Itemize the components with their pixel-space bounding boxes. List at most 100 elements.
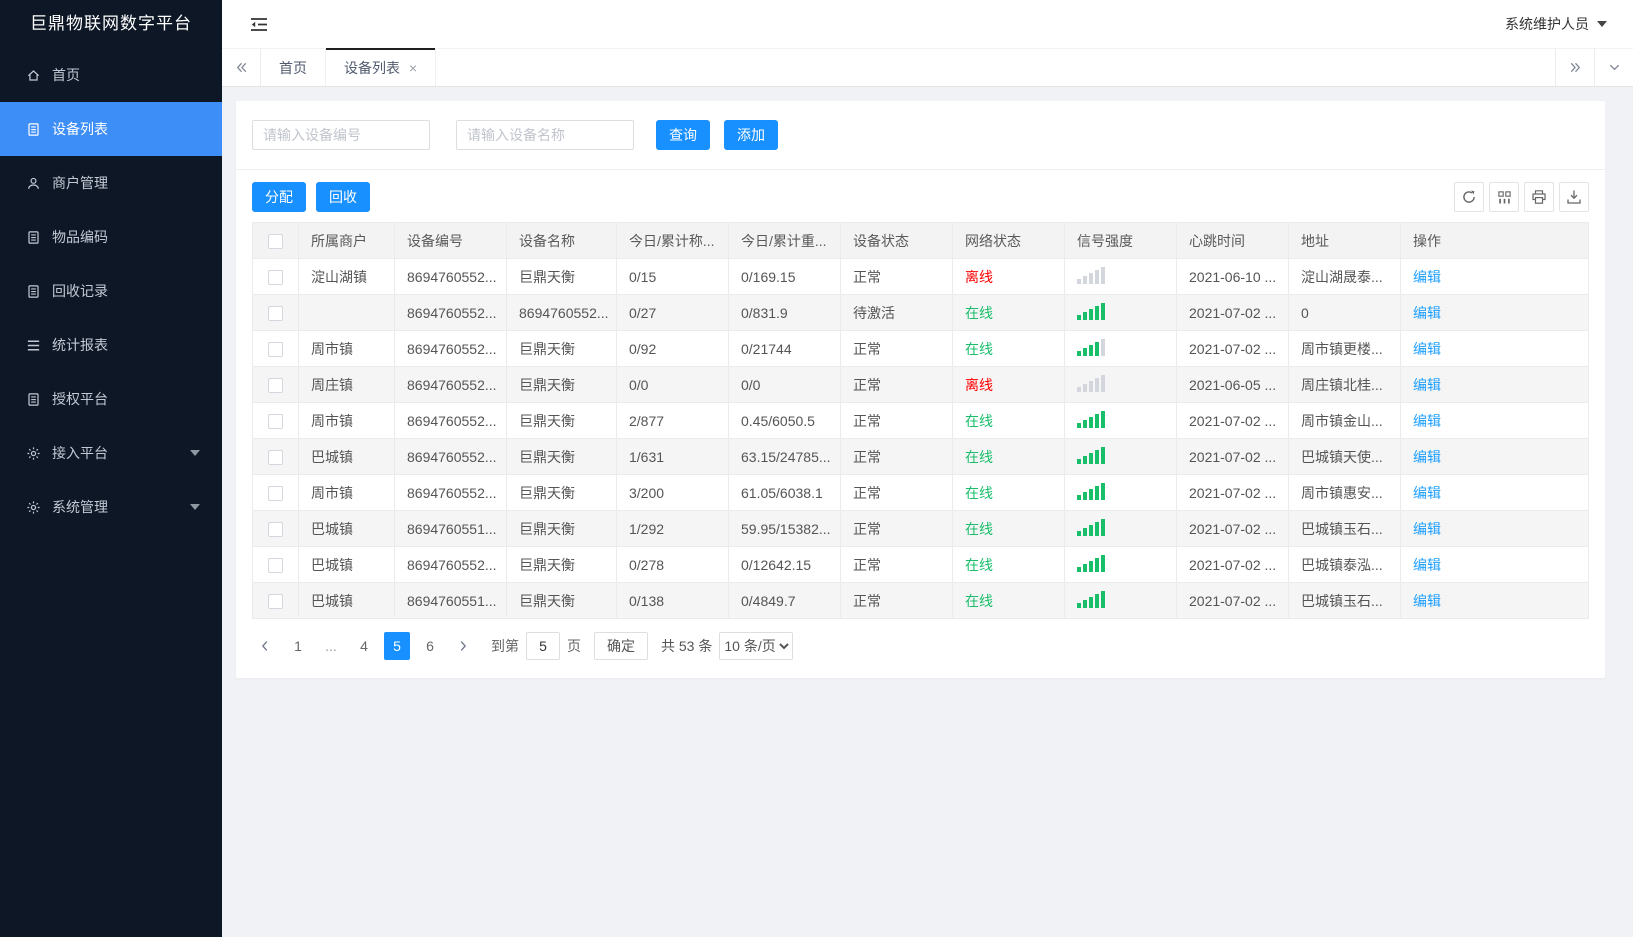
chevron-down-icon — [190, 504, 200, 510]
sidebar-item-label: 设备列表 — [52, 121, 108, 137]
edit-link[interactable]: 编辑 — [1413, 341, 1441, 357]
device-no-input[interactable] — [252, 120, 430, 150]
table-row: 淀山湖镇 8694760552... 巨鼎天衡 0/15 0/169.15 正常 离线 202… — [252, 258, 1589, 295]
column-header: 心跳时间 — [1176, 222, 1289, 259]
edit-link[interactable]: 编辑 — [1413, 449, 1441, 465]
home-icon — [25, 67, 41, 83]
tabs-options-icon[interactable] — [1594, 49, 1633, 86]
cell-merchant: 周市镇 — [298, 402, 395, 439]
row-checkbox[interactable] — [268, 593, 283, 609]
columns-filter-icon[interactable] — [1489, 182, 1519, 212]
page-button-1[interactable]: 1 — [285, 632, 311, 660]
cell-address: 巴城镇泰泓... — [1288, 546, 1401, 583]
sidebar: 巨鼎物联网数字平台 首页 设备列表 商户管理 物品编码 回收记录 统计报表 授权平台 接入平台… — [0, 0, 222, 937]
sidebar-item-auth-platform[interactable]: 授权平台 — [0, 372, 222, 426]
goto-page-input[interactable] — [526, 632, 560, 660]
print-icon[interactable] — [1524, 182, 1554, 212]
cell-device-no: 8694760552... — [394, 366, 507, 403]
goto-label: 到第 — [491, 638, 519, 654]
refresh-icon[interactable] — [1454, 182, 1484, 212]
page-button-6[interactable]: 6 — [417, 632, 443, 660]
sidebar-item-recycle-records[interactable]: 回收记录 — [0, 264, 222, 318]
sidebar-item-device-list[interactable]: 设备列表 — [0, 102, 222, 156]
row-checkbox[interactable] — [268, 269, 283, 285]
confirm-button[interactable]: 确定 — [594, 632, 648, 660]
sidebar-item-label: 物品编码 — [52, 229, 108, 245]
page-button-5[interactable]: 5 — [384, 632, 410, 660]
table-row: 周市镇 8694760552... 巨鼎天衡 3/200 61.05/6038.1 正常在… — [252, 474, 1589, 511]
export-icon[interactable] — [1559, 182, 1589, 212]
edit-link[interactable]: 编辑 — [1413, 593, 1441, 609]
sidebar-item-home[interactable]: 首页 — [0, 48, 222, 102]
edit-link[interactable]: 编辑 — [1413, 521, 1441, 537]
tabs-scroll-left-icon[interactable] — [222, 49, 261, 86]
sidebar-item-stats-report[interactable]: 统计报表 — [0, 318, 222, 372]
add-button[interactable]: 添加 — [724, 120, 778, 150]
row-checkbox[interactable] — [268, 485, 283, 501]
assign-button[interactable]: 分配 — [252, 182, 306, 212]
row-checkbox[interactable] — [268, 377, 283, 393]
cell-count: 3/200 — [616, 474, 729, 511]
tab-device-list[interactable]: 设备列表 × — [326, 48, 437, 86]
cell-weight: 0/0 — [728, 366, 841, 403]
cell-heartbeat: 2021-07-02 ... — [1176, 546, 1289, 583]
sidebar-item-label: 接入平台 — [52, 445, 108, 461]
select-all-checkbox[interactable] — [268, 233, 283, 249]
cell-weight: 0.45/6050.5 — [728, 402, 841, 439]
cell-address: 巴城镇玉石... — [1288, 582, 1401, 619]
user-menu[interactable]: 系统维护人员 — [1505, 14, 1607, 34]
edit-link[interactable]: 编辑 — [1413, 485, 1441, 501]
sidebar-menu: 首页设备列表商户管理物品编码回收记录 统计报表 授权平台接入平台系统管理 — [0, 48, 222, 534]
row-checkbox[interactable] — [268, 557, 283, 573]
search-buttons: 查询 添加 — [656, 120, 778, 150]
close-icon[interactable]: × — [409, 61, 417, 75]
recycle-button[interactable]: 回收 — [316, 182, 370, 212]
cell-merchant: 巴城镇 — [298, 510, 395, 547]
page-size-select[interactable]: 10 条/页 — [719, 632, 794, 660]
edit-link[interactable]: 编辑 — [1413, 413, 1441, 429]
column-header: 网络状态 — [952, 222, 1065, 259]
sidebar-item-system-mgmt[interactable]: 系统管理 — [0, 480, 222, 534]
cell-device-no: 8694760551... — [394, 582, 507, 619]
cell-count: 0/278 — [616, 546, 729, 583]
cell-device-no: 8694760552... — [394, 294, 507, 331]
column-header: 信号强度 — [1064, 222, 1177, 259]
edit-link[interactable]: 编辑 — [1413, 377, 1441, 393]
device-name-input[interactable] — [456, 120, 634, 150]
cell-heartbeat: 2021-07-02 ... — [1176, 330, 1289, 367]
column-header: 地址 — [1288, 222, 1401, 259]
row-checkbox[interactable] — [268, 413, 283, 429]
cell-network-status: 在线 — [965, 448, 993, 465]
page-button-4[interactable]: 4 — [351, 632, 377, 660]
next-page-icon[interactable] — [450, 632, 476, 660]
pagination: 1... 456 到第 页 确定 共 53 条 10 条/页 — [252, 619, 1589, 670]
row-checkbox[interactable] — [268, 521, 283, 537]
cell-device-no: 8694760551... — [394, 510, 507, 547]
sidebar-fold-icon[interactable] — [249, 16, 269, 33]
menu-icon — [25, 337, 41, 353]
row-checkbox[interactable] — [268, 305, 283, 321]
cell-weight: 0/12642.15 — [728, 546, 841, 583]
sidebar-item-access-platform[interactable]: 接入平台 — [0, 426, 222, 480]
row-checkbox[interactable] — [268, 449, 283, 465]
tabs-scroll-right-icon[interactable] — [1555, 49, 1594, 86]
user-name: 系统维护人员 — [1505, 16, 1589, 32]
sidebar-item-merchant-mgmt[interactable]: 商户管理 — [0, 156, 222, 210]
cell-merchant: 周市镇 — [298, 474, 395, 511]
edit-link[interactable]: 编辑 — [1413, 269, 1441, 285]
sidebar-item-label: 商户管理 — [52, 175, 108, 191]
cell-network-status: 在线 — [965, 520, 993, 537]
sidebar-item-item-code[interactable]: 物品编码 — [0, 210, 222, 264]
query-button[interactable]: 查询 — [656, 120, 710, 150]
edit-link[interactable]: 编辑 — [1413, 305, 1441, 321]
column-header: 今日/累计称... — [616, 222, 729, 259]
select-all-cell — [252, 222, 299, 259]
edit-link[interactable]: 编辑 — [1413, 557, 1441, 573]
doc-icon — [25, 283, 41, 299]
app-window: 巨鼎物联网数字平台 首页 设备列表 商户管理 物品编码 回收记录 统计报表 授权平台 接入平台… — [0, 0, 1633, 937]
goto-unit-label: 页 — [567, 638, 581, 654]
prev-page-icon[interactable] — [252, 632, 278, 660]
row-checkbox[interactable] — [268, 341, 283, 357]
tab-home[interactable]: 首页 — [261, 49, 326, 86]
column-header: 所属商户 — [298, 222, 395, 259]
